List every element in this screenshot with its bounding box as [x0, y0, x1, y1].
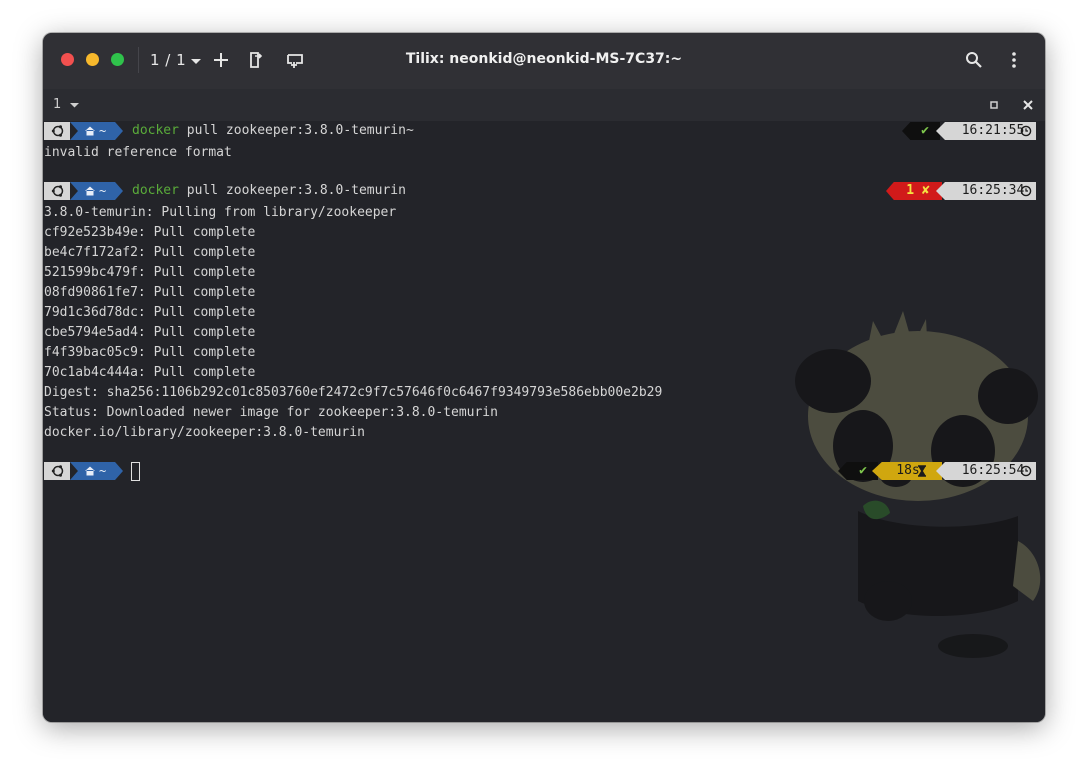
new-window-icon[interactable] [285, 50, 305, 70]
command-arguments: pull zookeeper:3.8.0-temurin~ [178, 123, 414, 138]
command-text: docker pull zookeeper:3.8.0-temurin [132, 181, 406, 201]
output-line: 79d1c36d78dc: Pull complete [44, 305, 256, 320]
panda-background-image [795, 311, 1041, 658]
terminal-tab-label[interactable]: 1 [53, 97, 61, 112]
command-text: docker pull zookeeper:3.8.0-temurin~ [132, 121, 414, 141]
titlebar-divider [138, 47, 139, 73]
kebab-menu-icon[interactable] [1004, 50, 1024, 70]
output-line: Digest: sha256:1106b292c01c8503760ef2472… [44, 385, 663, 400]
prompt-time: 16:25:34 [961, 183, 1025, 198]
detach-icon[interactable] [246, 50, 266, 70]
output-line: 3.8.0-temurin: Pulling from library/zook… [44, 205, 397, 220]
output-line: 521599bc479f: Pull complete [44, 265, 256, 280]
add-terminal-icon[interactable] [211, 50, 231, 70]
home-icon [85, 126, 95, 136]
output-line: invalid reference format [44, 145, 232, 160]
output-line: 70c1ab4c444a: Pull complete [44, 365, 256, 380]
minimize-window-button[interactable] [86, 53, 99, 66]
output-line: Status: Downloaded newer image for zooke… [44, 405, 498, 420]
output-line: docker.io/library/zookeeper:3.8.0-temuri… [44, 425, 365, 440]
prompt-time: 16:25:54 [961, 463, 1025, 478]
terminal-window: 1 / 1 Tilix: neonkid@neonkid-MS-7C37:~ 1 [43, 33, 1045, 722]
maximize-window-button[interactable] [111, 53, 124, 66]
status-ok: ✔ [921, 123, 929, 138]
dropdown-icon[interactable] [186, 51, 206, 71]
terminal-tab-bar: 1 [43, 89, 1045, 122]
close-icon[interactable] [1018, 95, 1038, 115]
terminal-output[interactable]: ~ docker pull zookeeper:3.8.0-temurin~ ✔… [43, 121, 1045, 722]
ubuntu-logo-icon [51, 465, 64, 477]
home-segment [70, 182, 123, 200]
prompt-line: ~ ✔ 18s 16:25:54 [43, 462, 1045, 482]
window-title: Tilix: neonkid@neonkid-MS-7C37:~ [405, 51, 683, 67]
close-window-button[interactable] [61, 53, 74, 66]
status-error-segment: 1 ✘ [886, 182, 942, 200]
ubuntu-logo-icon [51, 185, 64, 197]
home-icon [85, 466, 95, 476]
command-program: docker [132, 123, 179, 138]
home-segment [70, 462, 123, 480]
status-error: ✘ [921, 183, 930, 198]
home-path: ~ [99, 464, 107, 478]
output-line: 08fd90861fe7: Pull complete [44, 285, 256, 300]
prompt-line: ~ docker pull zookeeper:3.8.0-temurin~ ✔… [43, 122, 1045, 142]
session-count[interactable]: 1 / 1 [150, 51, 186, 69]
clock-icon [1020, 465, 1032, 477]
clock-icon [1020, 125, 1032, 137]
clock-icon [1020, 185, 1032, 197]
output-line: cf92e523b49e: Pull complete [44, 225, 256, 240]
ubuntu-logo-icon [51, 125, 64, 137]
prompt-time: 16:21:55 [961, 123, 1025, 138]
hourglass-icon [918, 465, 926, 477]
home-path: ~ [99, 124, 107, 138]
duration-segment: 18s [872, 462, 942, 480]
command-arguments: pull zookeeper:3.8.0-temurin [178, 183, 406, 198]
status-ok-segment: ✔ [902, 122, 940, 140]
prompt-line: ~ docker pull zookeeper:3.8.0-temurin 1 … [43, 182, 1045, 202]
output-line: f4f39bac05c9: Pull complete [44, 345, 256, 360]
command-program: docker [132, 183, 179, 198]
tab-dropdown-icon[interactable] [65, 95, 85, 115]
home-path: ~ [99, 184, 107, 198]
maximize-icon[interactable] [984, 95, 1004, 115]
title-bar: 1 / 1 Tilix: neonkid@neonkid-MS-7C37:~ [43, 33, 1045, 89]
output-line: cbe5794e5ad4: Pull complete [44, 325, 256, 340]
exit-code: 1 [906, 183, 915, 198]
status-ok: ✔ [859, 463, 867, 478]
output-line: be4c7f172af2: Pull complete [44, 245, 256, 260]
home-icon [85, 186, 95, 196]
text-cursor[interactable] [131, 462, 140, 481]
home-segment [70, 122, 123, 140]
search-icon[interactable] [964, 50, 984, 70]
